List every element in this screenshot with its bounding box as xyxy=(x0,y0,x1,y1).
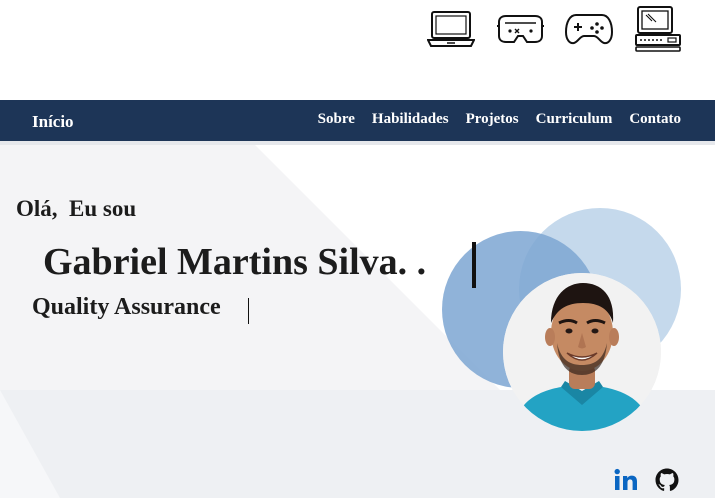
nav-link-projetos[interactable]: Projetos xyxy=(466,111,519,128)
nav-links: Sobre Habilidades Projetos Curriculum Co… xyxy=(318,111,681,128)
nav-link-contato[interactable]: Contato xyxy=(629,111,681,128)
hero-role: Quality Assurance xyxy=(32,294,221,320)
navbar: Início Sobre Habilidades Projetos Curric… xyxy=(0,100,715,141)
nav-link-habilidades[interactable]: Habilidades xyxy=(372,111,449,128)
desktop-computer-icon xyxy=(635,6,681,52)
typing-cursor-small xyxy=(248,298,249,324)
hero-greeting: Olá, Eu sou xyxy=(16,196,137,221)
typing-cursor xyxy=(472,242,476,288)
linkedin-icon[interactable] xyxy=(613,468,639,492)
nav-link-sobre[interactable]: Sobre xyxy=(318,111,355,128)
profile-photo xyxy=(503,273,661,431)
github-icon[interactable] xyxy=(655,468,679,492)
gamepad-icon xyxy=(564,14,614,45)
profile-illustration xyxy=(503,273,661,431)
laptop-icon xyxy=(427,11,475,47)
nav-home-link[interactable]: Início xyxy=(32,112,74,132)
header-icons xyxy=(0,0,715,100)
hero-name: Gabriel Martins Silva. . xyxy=(43,241,427,283)
nav-link-curriculum[interactable]: Curriculum xyxy=(536,111,613,128)
vr-headset-icon xyxy=(497,15,544,43)
